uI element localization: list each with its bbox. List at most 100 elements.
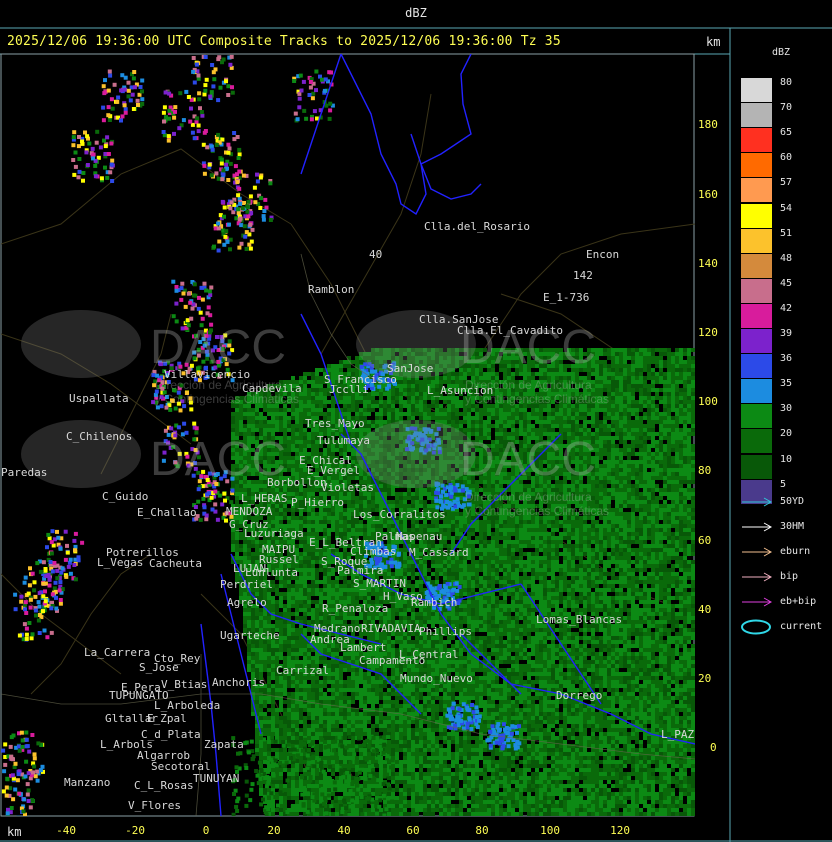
place-label: Ramblon [308,283,355,296]
legend-level-label: 10 [780,453,793,465]
watermark-line2-b: y Contingencias Climáticas [465,392,610,406]
legend-swatch [741,78,772,102]
place-label: Uspallata [69,392,129,405]
place-label: Manzano [64,776,111,789]
place-label: La_Carrera [84,646,151,659]
legend-level-label: 80 [780,77,793,88]
legend-level-label: 45 [780,277,793,289]
track-arrow-icon [742,597,773,607]
place-label: E_Zpal [147,712,187,725]
legend-level-label: 5 [780,478,787,490]
track-label: 30HM [780,521,805,532]
y-tick-label: 140 [698,257,718,270]
watermark-brand-2: DACC [460,321,597,374]
x-tick-label: -20 [125,824,145,837]
place-label: Phillips [419,625,472,638]
place-label: S_Jose [139,661,179,674]
legend-level-label: 70 [780,102,793,114]
x-tick-label: 20 [267,824,281,837]
place-label: Los_Corralitos [353,508,446,521]
x-tick-label: 100 [540,824,560,837]
place-label: TUNUYAN [193,772,240,785]
legend-swatch [741,253,772,278]
legend-level-label: 51 [780,227,793,239]
legend-swatch [741,128,772,153]
current-ellipse-icon [741,619,771,635]
place-label: Campamento [359,654,426,667]
place-label: Rambich [411,596,458,609]
place-label: R_Penaloza [322,602,389,615]
place-label: Zapata [204,738,244,751]
legend-swatch [741,203,772,228]
watermark-line1-a: Dirección de Agricultura [155,378,282,392]
y-tick-label: 180 [698,118,718,131]
place-label: 40 [369,248,383,261]
legend-swatch [741,329,772,353]
legend-level-label: 39 [780,328,793,339]
place-label: C_Chilenos [66,430,133,443]
window-title: dBZ [405,6,427,20]
place-label: Clla.del_Rosario [424,220,530,233]
place-label: L_Arboleda [154,699,221,712]
place-label: L_HERAS [241,492,288,505]
place-label: Jcclli [329,383,369,396]
place-label: Anchoris [212,676,265,689]
track-label: eburn [780,546,811,557]
x-tick-label: 120 [610,824,630,837]
place-label: Encon [586,248,620,261]
legend-swatch [741,228,772,253]
legend-swatch [741,454,772,479]
track-arrow-icon [742,522,773,532]
composite-title: 2025/12/06 19:36:00 UTC Composite Tracks… [7,34,561,49]
place-label: Violetas [321,481,374,494]
place-label: Paredas [1,466,48,479]
legend-swatch [741,429,772,454]
track-arrow-icon [742,547,773,557]
legend-swatch [741,354,772,379]
legend-swatch [741,103,772,128]
legend-title: dBZ [772,47,791,58]
place-label: MENDOZA [226,505,273,518]
track-arrow-icon [742,497,773,507]
place-label: M_Cassard [409,546,469,559]
watermark-line2-c: y Contingencias Climáticas [465,504,610,518]
watermark-brand-3: DACC [150,433,287,486]
x-tick-label: 60 [406,824,420,837]
place-label: Tulumaya [317,434,370,447]
legend-level-label: 65 [780,127,793,139]
y-tick-label: 40 [698,603,712,616]
place-label: Dorrego [556,689,603,702]
km-unit-bottom: km [7,825,22,839]
watermark-line1-c: Dirección de Agricultura [465,490,592,504]
place-label: C_L_Rosas [134,779,194,792]
legend-level-label: 20 [780,428,793,440]
place-label: Cacheuta [149,557,202,570]
y-tick-label: 160 [698,188,718,201]
legend-swatch [741,303,772,328]
x-tick-label: 0 [202,824,210,837]
place-label: Tres_Mayo [305,417,365,430]
legend-swatch [741,153,772,178]
legend-level-label: 60 [780,152,793,164]
place-label: Perdriel [220,578,273,591]
place-label: E_1-736 [543,291,590,304]
place-label: V_Flores [128,799,181,812]
legend-level-label: 48 [780,252,793,264]
place-label: Palmira [337,564,384,577]
legend-swatch [741,278,772,303]
place-label: Lomas_Blancas [536,613,623,626]
place-label: Luzuriaga [244,527,304,540]
track-label: current [780,621,823,632]
place-label: C_Guido [102,490,149,503]
place-label: Ugarteche [220,629,280,642]
legend-level-label: 35 [780,378,793,390]
legend-swatch [741,404,772,429]
track-label: 50YD [780,496,805,507]
place-label: Mundo_Nuevo [400,672,473,685]
place-label: Lambert [340,641,387,654]
x-tick-label: -40 [56,824,76,837]
place-label: RIVADAVIA [361,622,421,635]
place-label: Carrizal [276,664,329,677]
place-label: L_PAZ [661,728,695,741]
track-label: bip [780,571,799,582]
